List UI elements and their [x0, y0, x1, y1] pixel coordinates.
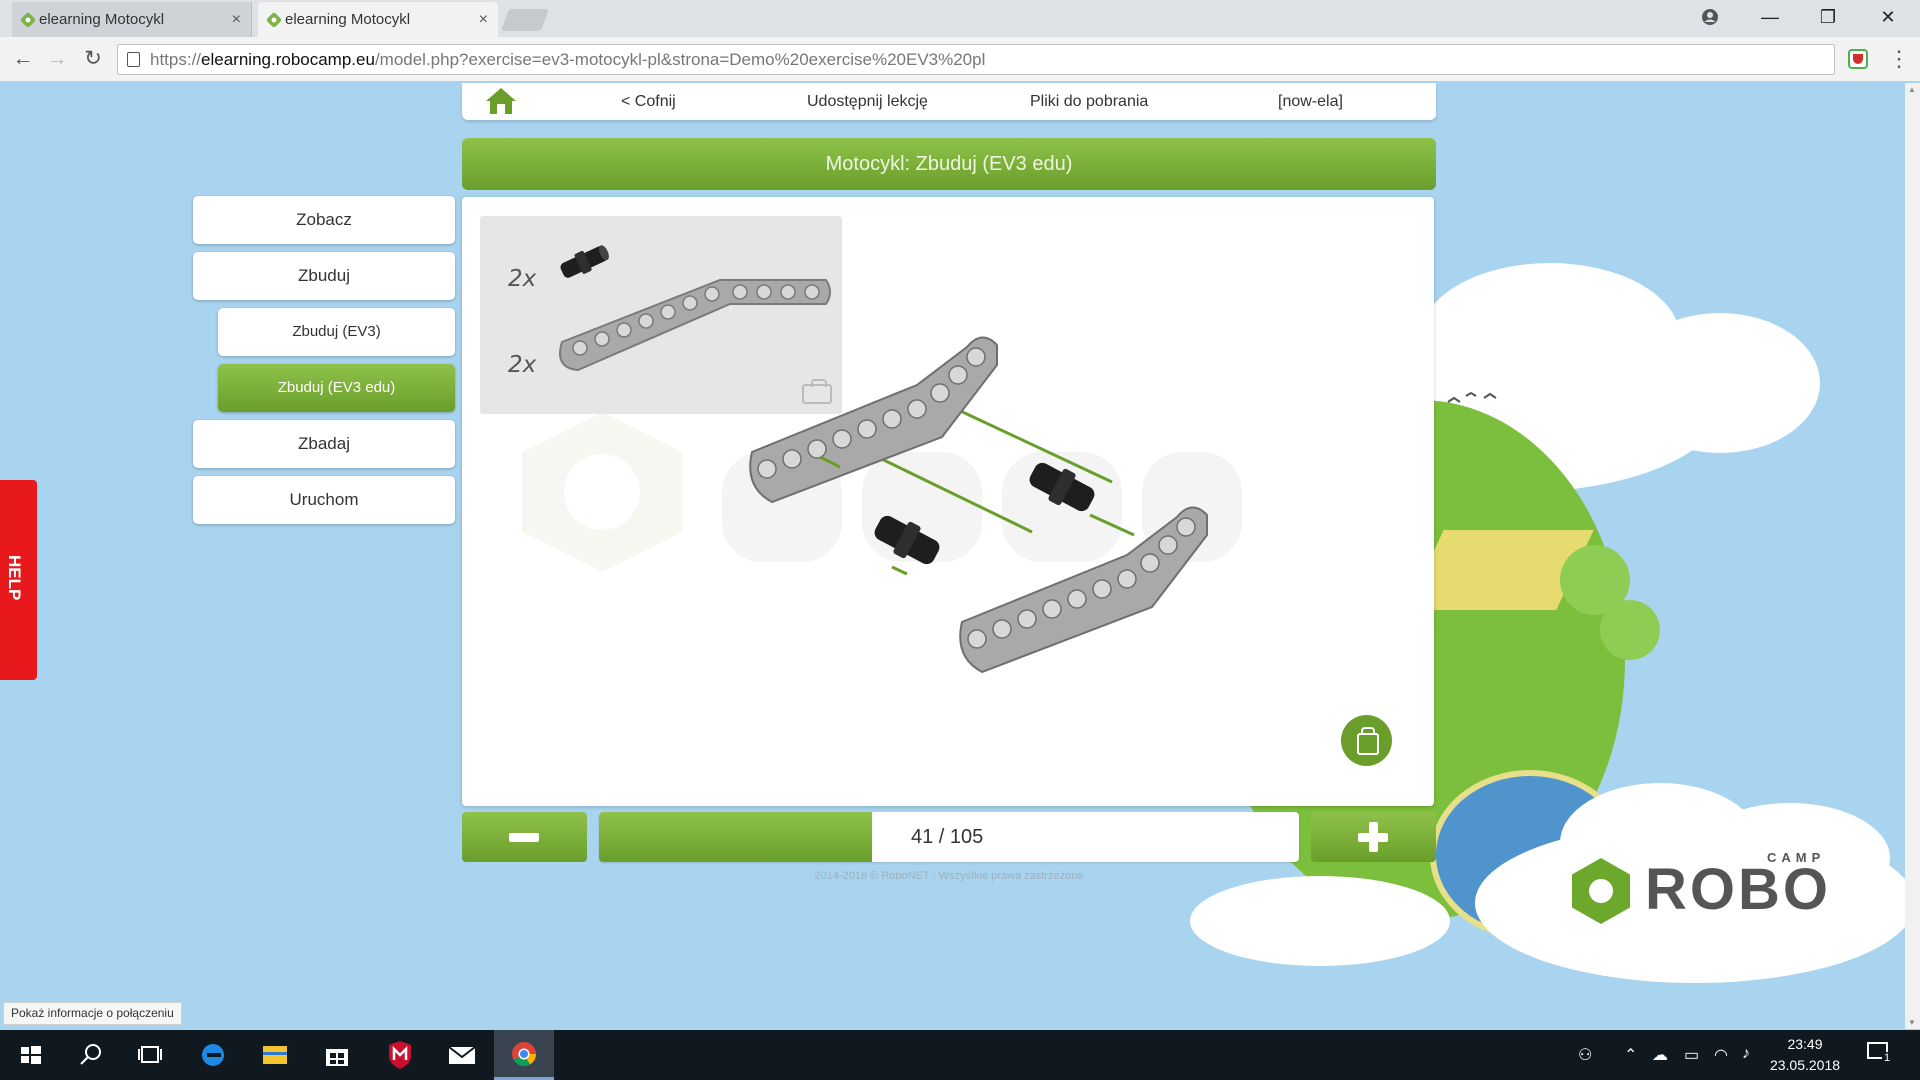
robocamp-hexagon-icon: [1572, 858, 1630, 924]
sidebar-item-label: Zobacz: [296, 210, 352, 229]
clock-time: 23:49: [1787, 1036, 1823, 1052]
onedrive-icon[interactable]: ☁: [1652, 1045, 1668, 1065]
cloud-decoration: [1620, 313, 1820, 453]
edge-browser-icon[interactable]: [183, 1030, 243, 1080]
sidebar-item-label: Zbadaj: [298, 434, 350, 453]
instruction-card: 2x 2x: [462, 197, 1434, 806]
browser-tab[interactable]: elearning Motocykl ×: [12, 2, 252, 37]
sidebar-item-label: Zbuduj (EV3 edu): [277, 379, 396, 396]
back-link[interactable]: < Cofnij: [621, 83, 676, 120]
sidebar-item-zbuduj[interactable]: Zbuduj: [193, 252, 455, 300]
sidebar-item-label: Zbuduj: [298, 266, 350, 285]
notification-count: 1: [1882, 1052, 1893, 1064]
battery-icon[interactable]: ▭: [1684, 1045, 1699, 1065]
page-info-icon[interactable]: [127, 52, 140, 67]
share-lesson-link[interactable]: Udostępnij lekcję: [807, 83, 928, 120]
extension-shield-icon[interactable]: [1848, 49, 1868, 69]
close-window-button[interactable]: ✕: [1860, 0, 1916, 36]
logo-robo-text: ROBO: [1645, 857, 1831, 922]
home-icon[interactable]: [484, 86, 518, 116]
parts-bag-button[interactable]: [1341, 715, 1392, 766]
people-icon[interactable]: ⚇: [1578, 1045, 1592, 1065]
sidebar-subitem-zbuduj-ev3[interactable]: Zbuduj (EV3): [218, 308, 455, 356]
taskbar-clock[interactable]: 23:49 23.05.2018: [1760, 1034, 1850, 1076]
browser-tab-strip: elearning Motocykl × elearning Motocykl …: [0, 0, 1920, 37]
tab-close-icon[interactable]: ×: [232, 2, 241, 37]
browser-tab-active[interactable]: elearning Motocykl ×: [258, 2, 498, 37]
file-explorer-icon[interactable]: [245, 1030, 305, 1080]
restore-button[interactable]: ❐: [1800, 0, 1856, 36]
action-center-icon[interactable]: 1: [1866, 1040, 1893, 1066]
user-account-link[interactable]: [now-ela]: [1278, 83, 1343, 120]
reload-button[interactable]: ↻: [78, 44, 108, 74]
store-icon[interactable]: [307, 1030, 367, 1080]
address-bar[interactable]: https://elearning.robocamp.eu/model.php?…: [117, 44, 1835, 75]
cloud-decoration: [1190, 876, 1450, 966]
start-button[interactable]: [0, 1030, 60, 1080]
volume-icon[interactable]: ♪: [1742, 1045, 1750, 1063]
help-button[interactable]: HELP: [0, 480, 37, 680]
robocamp-favicon-icon: [265, 11, 283, 29]
tab-title: elearning Motocykl: [39, 11, 165, 28]
robocamp-favicon-icon: [19, 11, 37, 29]
step-progress-bar: 41 / 105: [599, 812, 1299, 862]
sidebar-item-zobacz[interactable]: Zobacz: [193, 196, 455, 244]
back-button[interactable]: ←: [8, 44, 38, 74]
sidebar-subitem-zbuduj-ev3-edu[interactable]: Zbuduj (EV3 edu): [218, 364, 455, 412]
build-step-illustration: [749, 336, 1208, 674]
birds-icon: [1447, 391, 1497, 403]
help-label: HELP: [5, 555, 24, 601]
tree-illustration: [1600, 600, 1660, 660]
windows-taskbar: ⚇ ⌃ ☁ ▭ ◠ ♪ 23:49 23.05.2018 1: [0, 1030, 1920, 1080]
robocamp-logo: CAMP ROBO: [1572, 850, 1872, 930]
sidebar-item-label: Zbuduj (EV3): [292, 323, 381, 340]
page-scrollbar[interactable]: [1905, 83, 1920, 1029]
address-toolbar: ← → ↻ https://elearning.robocamp.eu/mode…: [0, 37, 1920, 82]
clock-date: 23.05.2018: [1769, 1057, 1841, 1073]
previous-step-button[interactable]: [462, 812, 587, 862]
page-title: Motocykl: Zbuduj (EV3 edu): [462, 138, 1436, 190]
tab-close-icon[interactable]: ×: [479, 2, 488, 37]
new-tab-button[interactable]: [500, 9, 550, 31]
mcafee-icon[interactable]: [370, 1030, 430, 1080]
progress-fill: [599, 812, 872, 862]
profile-icon[interactable]: [1682, 0, 1738, 36]
tab-title: elearning Motocykl: [285, 11, 411, 28]
browser-menu-icon[interactable]: ⋮: [1888, 45, 1910, 73]
mail-icon[interactable]: [432, 1030, 492, 1080]
downloads-link[interactable]: Pliki do pobrania: [1030, 83, 1148, 120]
url-path: /model.php?exercise=ev3-motocykl-pl&stro…: [374, 50, 986, 69]
chevron-up-icon[interactable]: ⌃: [1624, 1045, 1637, 1065]
wifi-icon[interactable]: ◠: [1714, 1045, 1728, 1065]
url-scheme: https://: [150, 50, 202, 69]
lesson-nav-bar: < Cofnij Udostępnij lekcję Pliki do pobr…: [462, 83, 1436, 120]
step-counter: 41 / 105: [911, 826, 984, 848]
sidebar-item-zbadaj[interactable]: Zbadaj: [193, 420, 455, 468]
task-view-icon[interactable]: [120, 1030, 180, 1080]
minimize-button[interactable]: —: [1742, 0, 1798, 36]
copyright-text: 2014-2016 © RoboNET : Wszystkie prawa za…: [814, 870, 1084, 882]
forward-button[interactable]: →: [42, 44, 72, 74]
url-host: elearning.robocamp.eu: [201, 50, 375, 69]
search-icon[interactable]: [60, 1030, 120, 1080]
next-step-button[interactable]: [1311, 812, 1436, 862]
chrome-icon[interactable]: [494, 1030, 554, 1080]
sidebar-item-uruchom[interactable]: Uruchom: [193, 476, 455, 524]
sidebar-item-label: Uruchom: [289, 490, 359, 509]
status-bubble: Pokaż informacje o połączeniu: [3, 1002, 182, 1025]
